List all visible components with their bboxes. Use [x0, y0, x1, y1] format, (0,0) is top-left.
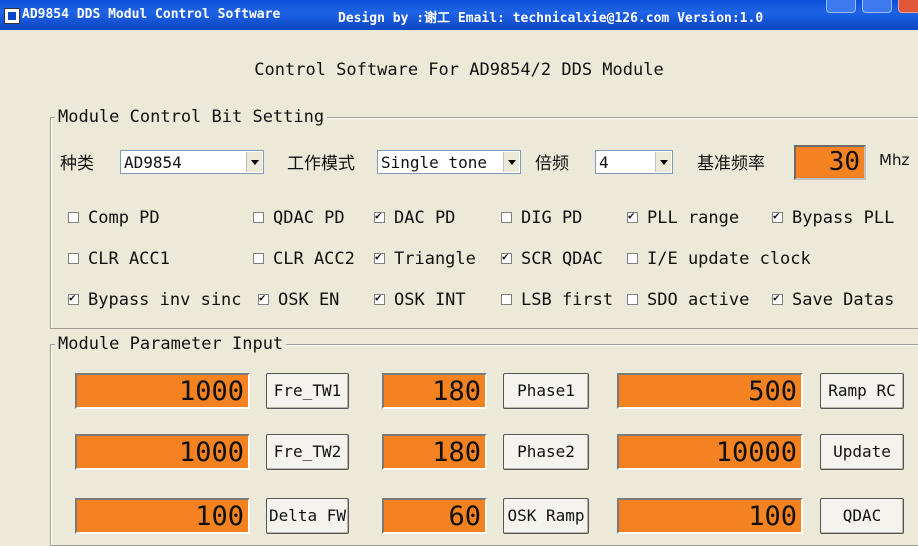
minimize-button[interactable] — [826, 0, 856, 13]
mode-label: 工作模式 — [287, 154, 355, 174]
fre-tw1-input[interactable]: 1000 — [75, 373, 250, 409]
delta-fw-input[interactable]: 100 — [75, 498, 250, 534]
window-title: AD9854 DDS Modul Control Software — [22, 7, 281, 22]
checkbox-box[interactable] — [374, 250, 385, 264]
close-button[interactable] — [898, 0, 918, 13]
mode-select[interactable]: Single tone — [377, 150, 521, 174]
checkbox-label: QDAC PD — [273, 208, 345, 228]
ref-freq-label: 基准频率 — [697, 154, 765, 174]
checkbox-box[interactable] — [374, 291, 385, 305]
checkbox-label: PLL range — [647, 208, 740, 228]
phase1-input[interactable]: 180 — [382, 373, 487, 409]
fre-tw1-button[interactable]: Fre_TW1 — [266, 373, 349, 409]
checkbox-label: Bypass inv sinc — [88, 290, 242, 310]
qdac-button[interactable]: QDAC — [820, 498, 904, 534]
type-select[interactable]: AD9854 — [120, 150, 264, 174]
osk-ramp-input[interactable]: 60 — [382, 498, 487, 534]
checkbox-label: LSB first — [521, 290, 614, 310]
checkbox-label: Triangle — [394, 249, 476, 269]
checkbox-box[interactable] — [68, 212, 79, 223]
checkbox-box[interactable] — [68, 291, 79, 305]
checkbox-label: OSK INT — [394, 290, 466, 310]
qdac-input[interactable]: 100 — [617, 498, 803, 534]
fre-tw2-button[interactable]: Fre_TW2 — [266, 434, 349, 470]
checkbox-box[interactable] — [374, 209, 385, 223]
checkbox-box[interactable] — [253, 212, 264, 223]
ref-freq-unit: Mhz — [879, 151, 910, 169]
checkbox-label: I/E update clock — [647, 249, 811, 269]
checkbox-box[interactable] — [501, 294, 512, 305]
parameter-group-title: Module Parameter Input — [55, 334, 287, 354]
checkbox-box[interactable] — [68, 253, 79, 264]
ramp-rc-input[interactable]: 500 — [617, 373, 803, 409]
chevron-down-icon[interactable] — [246, 152, 262, 172]
chevron-down-icon[interactable] — [655, 152, 671, 172]
checkbox-box[interactable] — [627, 253, 638, 264]
phase2-input[interactable]: 180 — [382, 434, 487, 470]
checkbox-label: DAC PD — [394, 208, 456, 228]
checkbox-label: CLR ACC2 — [273, 249, 355, 269]
mode-select-value: Single tone — [381, 153, 487, 172]
checkbox-box[interactable] — [253, 253, 264, 264]
ramp-rc-button[interactable]: Ramp RC — [820, 373, 904, 409]
checkbox-box[interactable] — [501, 212, 512, 223]
control-bit-group-title: Module Control Bit Setting — [55, 107, 328, 127]
checkbox-label: CLR ACC1 — [88, 249, 170, 269]
multiplier-select[interactable]: 4 — [595, 150, 673, 174]
phase2-button[interactable]: Phase2 — [503, 434, 589, 470]
app-icon[interactable] — [4, 8, 20, 24]
delta-fw-button[interactable]: Delta FW — [266, 498, 349, 534]
checkbox-label: Save Datas — [792, 290, 895, 310]
osk-ramp-button[interactable]: OSK Ramp — [503, 498, 589, 534]
window-credits: Design by :谢工 Email: technicalxie@126.co… — [338, 11, 764, 26]
checkbox-box[interactable] — [772, 209, 783, 223]
checkbox-box[interactable] — [772, 291, 783, 305]
type-select-value: AD9854 — [124, 153, 182, 172]
page-heading: Control Software For AD9854/2 DDS Module — [254, 60, 664, 80]
checkbox-label: SCR QDAC — [521, 249, 603, 269]
checkbox-box[interactable] — [627, 294, 638, 305]
checkbox-label: SDO active — [647, 290, 750, 310]
maximize-button[interactable] — [862, 0, 892, 13]
ref-freq-input[interactable]: 30 — [794, 145, 866, 180]
update-button[interactable]: Update — [820, 434, 904, 470]
update-input[interactable]: 10000 — [617, 434, 803, 470]
checkbox-box[interactable] — [258, 291, 269, 305]
multiplier-select-value: 4 — [599, 153, 609, 172]
checkbox-label: OSK EN — [278, 290, 340, 310]
title-bar[interactable]: AD9854 DDS Modul Control Software Design… — [0, 0, 918, 30]
checkbox-box[interactable] — [501, 250, 512, 264]
checkbox-label: Comp PD — [88, 208, 160, 228]
phase1-button[interactable]: Phase1 — [503, 373, 589, 409]
chevron-down-icon[interactable] — [503, 152, 519, 172]
fre-tw2-input[interactable]: 1000 — [75, 434, 250, 470]
checkbox-label: Bypass PLL — [792, 208, 895, 228]
checkbox-box[interactable] — [627, 209, 638, 223]
multiplier-label: 倍频 — [535, 154, 569, 174]
checkbox-label: DIG PD — [521, 208, 583, 228]
type-label: 种类 — [60, 154, 94, 174]
